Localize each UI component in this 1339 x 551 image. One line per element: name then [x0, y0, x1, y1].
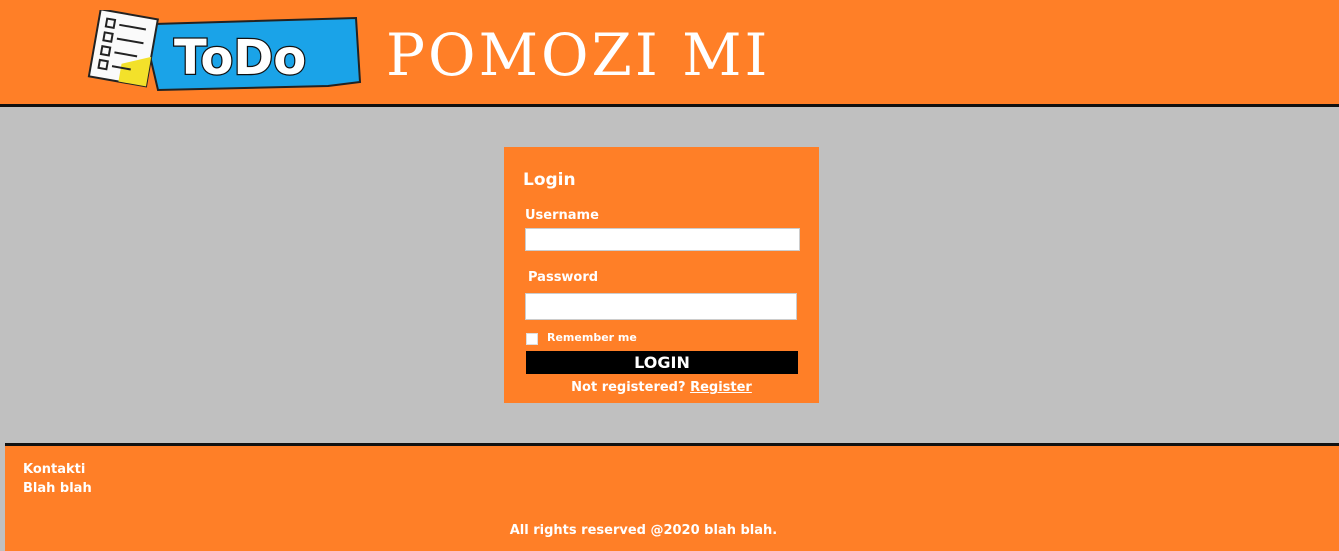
login-panel: Login Username Password Remember me LOGI… [504, 147, 819, 403]
username-label: Username [525, 208, 599, 223]
login-title: Login [523, 170, 576, 190]
todo-logo-icon: ToDo [87, 8, 362, 92]
copyright-text: All rights reserved @2020 blah blah. [509, 523, 778, 538]
not-registered-text: Not registered? [571, 380, 686, 395]
register-link[interactable]: Register [690, 380, 752, 395]
remember-me-label: Remember me [547, 331, 637, 344]
todo-logo[interactable]: ToDo [84, 8, 364, 96]
password-label: Password [528, 270, 599, 285]
password-input[interactable] [525, 293, 797, 320]
footer-contacts-label: Kontakti [23, 462, 86, 477]
site-title: POMOZI MI [386, 21, 771, 89]
site-footer: Kontakti Blah blah All rights reserved @… [5, 443, 1339, 551]
remember-me-checkbox[interactable] [526, 333, 538, 345]
username-input[interactable] [525, 228, 800, 251]
logo-text: ToDo [174, 30, 306, 86]
site-header: ToDo POMOZI MI [0, 0, 1339, 107]
login-button[interactable]: LOGIN [526, 351, 798, 374]
footer-contacts-text: Blah blah [23, 481, 92, 496]
register-prompt: Not registered? Register [504, 380, 819, 395]
